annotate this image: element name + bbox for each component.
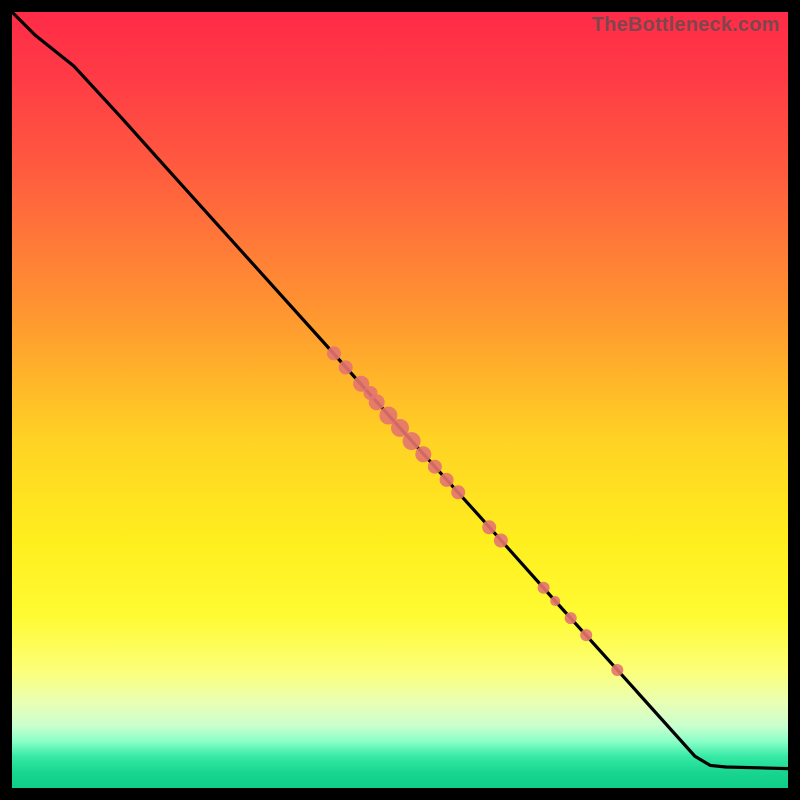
data-point xyxy=(611,664,623,676)
data-point xyxy=(451,485,465,499)
data-point xyxy=(580,629,592,641)
data-point xyxy=(428,460,442,474)
data-point xyxy=(494,534,508,548)
data-point xyxy=(550,596,560,606)
data-point xyxy=(339,360,353,374)
chart-plot-area: TheBottleneck.com xyxy=(12,12,788,788)
data-point xyxy=(403,432,421,450)
data-point xyxy=(482,520,496,534)
data-point xyxy=(565,612,577,624)
data-point xyxy=(369,394,385,410)
data-point xyxy=(415,446,431,462)
chart-frame: TheBottleneck.com xyxy=(0,0,800,800)
chart-svg xyxy=(12,12,788,788)
chart-line xyxy=(12,12,788,769)
data-point xyxy=(440,473,454,487)
data-point xyxy=(327,346,341,360)
data-point xyxy=(538,582,550,594)
